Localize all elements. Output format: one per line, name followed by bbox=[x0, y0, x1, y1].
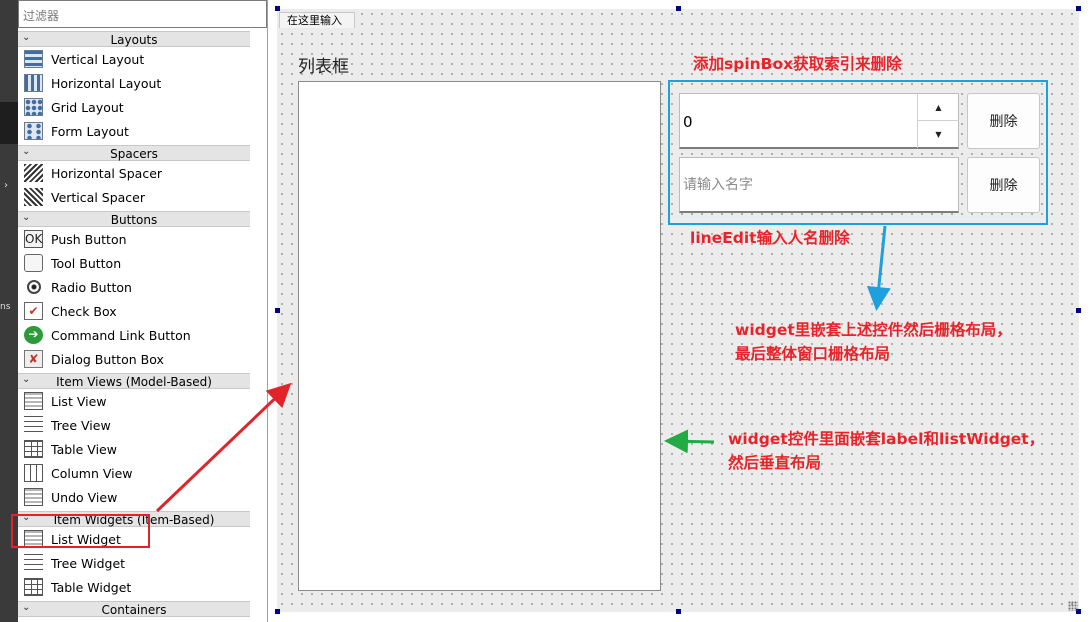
annotation-arrows bbox=[155, 225, 891, 513]
blue-arrow bbox=[866, 225, 891, 311]
green-arrow bbox=[664, 429, 715, 454]
red-arrow bbox=[155, 382, 292, 513]
qt-designer-window: › ns 过滤器 ⌄ Layouts Vertical Layout Horizont… bbox=[0, 0, 1090, 622]
